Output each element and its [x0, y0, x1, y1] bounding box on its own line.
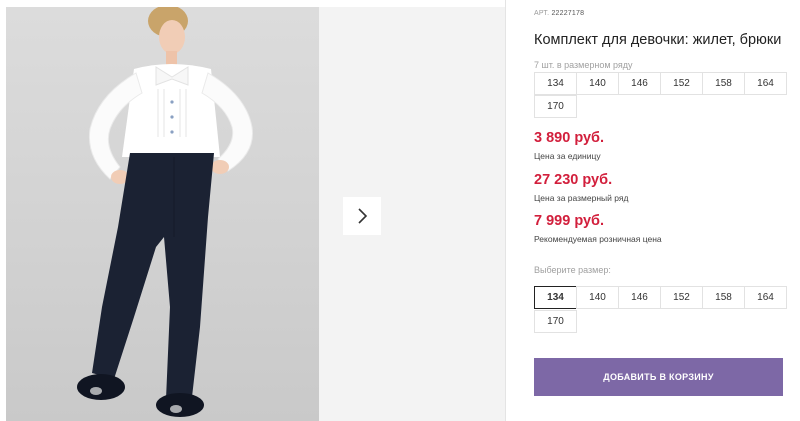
girl-in-uniform-illustration	[77, 7, 253, 417]
unit-price: 3 890 руб.	[534, 130, 605, 146]
product-title: Комплект для девочки: жилет, брюки	[534, 32, 782, 48]
size-option[interactable]: 170	[534, 310, 577, 333]
size-option[interactable]: 158	[702, 286, 745, 309]
pack-size-cell: 146	[618, 72, 661, 95]
unit-price-note: Цена за единицу	[534, 151, 601, 161]
retail-price-note: Рекомендуемая розничная цена	[534, 234, 662, 244]
add-to-cart-button[interactable]: ДОБАВИТЬ В КОРЗИНУ	[534, 358, 783, 396]
pack-size-cell: 140	[576, 72, 619, 95]
pack-price-note: Цена за размерный ряд	[534, 193, 629, 203]
size-option[interactable]: 152	[660, 286, 703, 309]
pack-size-cell: 170	[534, 95, 577, 118]
pack-size-cell: 152	[660, 72, 703, 95]
size-option[interactable]: 164	[744, 286, 787, 309]
sku-label: АРТ.	[534, 10, 550, 17]
sku-value: 22227178	[551, 10, 585, 17]
product-info-panel: АРТ. 22227178 Комплект для девочки: жиле…	[534, 0, 800, 421]
pack-price: 27 230 руб.	[534, 172, 613, 188]
pack-size-cell: 164	[744, 72, 787, 95]
next-image-button[interactable]	[343, 197, 381, 235]
pack-size-cell: 134	[534, 72, 577, 95]
retail-price: 7 999 руб.	[534, 213, 605, 229]
product-photo[interactable]	[6, 7, 319, 421]
size-option[interactable]: 146	[618, 286, 661, 309]
size-option-selected[interactable]: 134	[534, 286, 577, 309]
size-option[interactable]: 140	[576, 286, 619, 309]
select-size-caption: Выберите размер:	[534, 265, 611, 275]
pack-size-cell: 158	[702, 72, 745, 95]
pack-caption: 7 шт. в размерном ряду	[534, 60, 633, 70]
product-gallery	[0, 0, 505, 421]
panel-divider	[505, 0, 506, 421]
sku-line: АРТ. 22227178	[534, 10, 584, 17]
chevron-right-icon	[358, 208, 368, 224]
